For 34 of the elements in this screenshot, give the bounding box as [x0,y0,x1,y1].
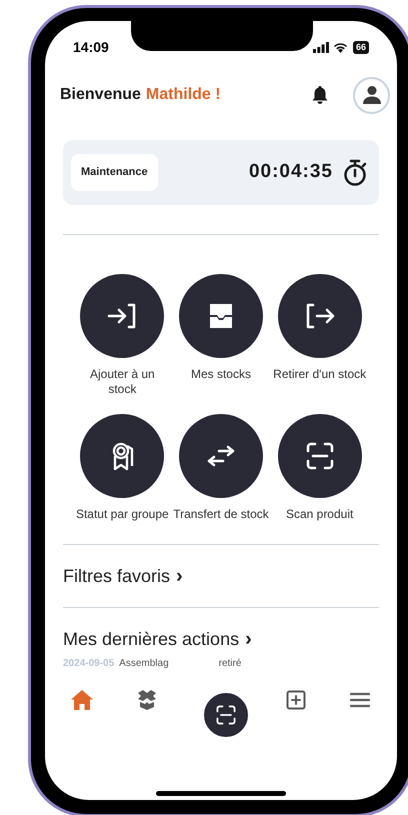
status-time: 14:09 [73,38,109,56]
action-label: Statut par groupe [74,507,170,522]
action-label: Ajouter à un stock [88,367,156,397]
bell-icon[interactable] [312,86,328,104]
action-text: Assemblag [119,657,169,671]
activity-label: Maintenance [71,154,158,191]
chevron-icon[interactable]: › [176,565,183,587]
wifi-icon [332,42,348,52]
chevron-icon[interactable]: › [245,628,252,650]
add-square-icon[interactable] [286,690,306,710]
action-date: 2024-09-05 [63,657,114,671]
greeting-text: Bienvenue [60,85,141,105]
scan-icon [216,705,236,725]
section-title[interactable]: Filtres favoris [63,565,170,587]
action-label: Mes stocks [190,367,252,382]
swap-arrows-icon [206,445,235,467]
action-label: Retirer d'un stock [272,367,368,382]
avatar-button[interactable] [353,76,390,114]
user-icon [362,85,382,105]
sign-in-icon [107,303,138,329]
action-label: Scan produit [284,507,354,522]
box-icon[interactable] [136,690,158,710]
elapsed-time: 00:04:35 [248,160,333,184]
scan-icon [306,442,334,470]
signal-icon [312,42,329,52]
action-label: Transfert de stock [172,507,269,522]
stopwatch-icon[interactable] [343,158,367,186]
sign-out-icon [304,303,335,329]
menu-icon[interactable] [350,692,370,708]
section-title[interactable]: Mes dernières actions [63,628,240,650]
battery-indicator: 66 [352,40,369,54]
user-name: Mathilde ! [146,85,221,105]
action-text: retiré [218,657,242,671]
home-icon[interactable] [71,690,93,710]
